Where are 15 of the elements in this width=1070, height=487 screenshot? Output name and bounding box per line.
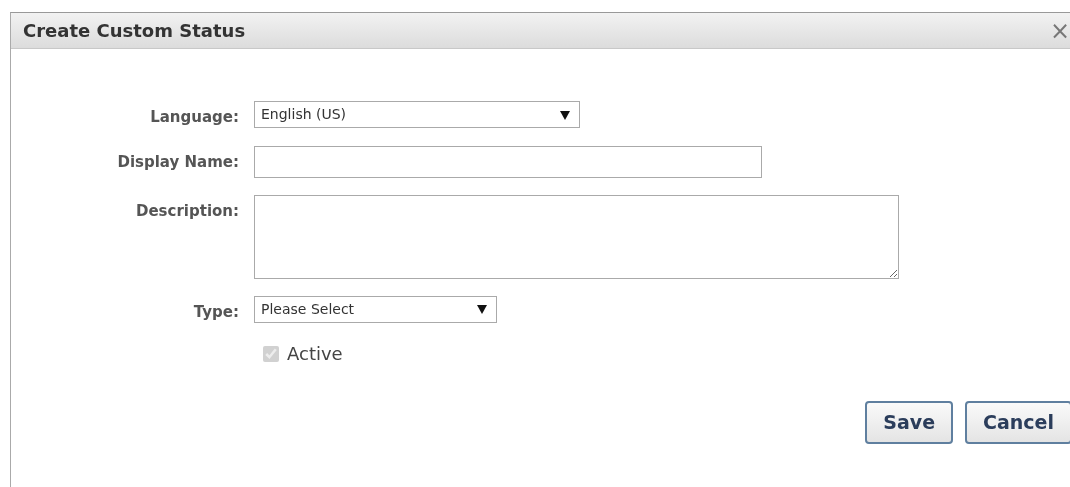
text-area[interactable] (254, 194, 899, 279)
caret-icon (477, 304, 487, 314)
close-button[interactable]: × (1045, 18, 1070, 43)
checkbox-label: Active (287, 342, 343, 366)
dropdown[interactable]: Please Select (254, 295, 497, 323)
field-label: Description: (135, 200, 239, 222)
input-field[interactable] (254, 145, 762, 178)
dialog-title: Create Custom Status (23, 19, 246, 43)
cancel-button[interactable]: Cancel (965, 401, 1070, 444)
field-label: Language: (149, 107, 239, 128)
field-label: Type: (192, 301, 239, 323)
field-label: Display Name: (116, 151, 239, 173)
caret-icon (560, 109, 570, 120)
save-button[interactable]: Save (865, 401, 954, 444)
dropdown[interactable]: English (US) (254, 101, 580, 128)
